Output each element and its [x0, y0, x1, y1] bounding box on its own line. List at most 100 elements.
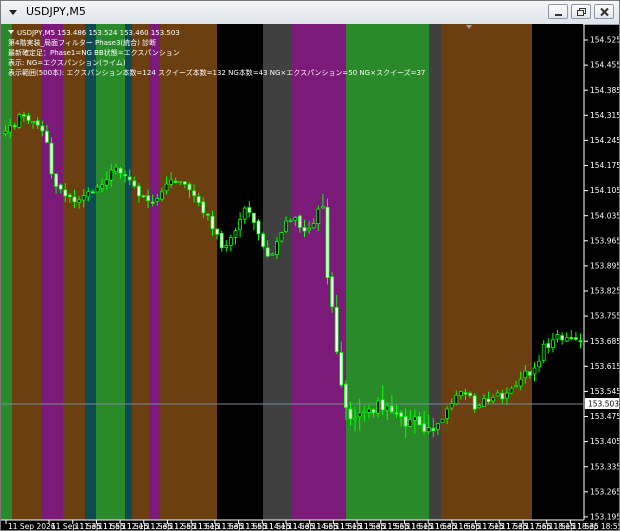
- phase-zone: [217, 24, 263, 520]
- candle-body: [297, 215, 302, 228]
- close-button[interactable]: [594, 4, 614, 19]
- candle-body: [81, 195, 86, 201]
- price-axis[interactable]: 154.525 154.455 154.385 154.315 154.245 154.1…: [584, 36, 619, 522]
- candle-body: [376, 400, 381, 414]
- candle-body: [472, 395, 477, 410]
- price-label: 154.175: [590, 161, 619, 170]
- phase-zone: [1, 24, 12, 520]
- candle-body: [210, 215, 215, 230]
- price-label: 153.755: [590, 312, 619, 321]
- current-price-label: 153.503: [585, 398, 619, 409]
- candle-body: [445, 408, 450, 419]
- candle-body: [247, 207, 252, 213]
- candle-body: [228, 237, 233, 246]
- phase-zone: [125, 24, 132, 520]
- candle-body: [132, 180, 137, 187]
- candle-body: [31, 120, 36, 123]
- candle-body: [127, 176, 132, 181]
- candle-body: [560, 335, 564, 341]
- candle-body: [95, 186, 100, 193]
- candle-body: [537, 360, 541, 368]
- candle-body: [284, 220, 289, 232]
- candle-body: [256, 220, 261, 235]
- candle-body: [17, 114, 22, 128]
- candle-body: [86, 191, 91, 198]
- candle-body: [26, 115, 31, 121]
- candle-body: [251, 212, 256, 223]
- candle-body: [311, 223, 316, 229]
- candle-body: [449, 403, 454, 409]
- title-bar[interactable]: USDJPY,M5: [1, 1, 619, 25]
- candle-body: [380, 399, 385, 411]
- candle-body: [49, 142, 54, 175]
- candle-body: [481, 398, 486, 407]
- phase-zone: [160, 24, 217, 520]
- candle-body: [12, 125, 17, 128]
- time-label: 11 Sep 18:55: [572, 522, 619, 531]
- candle-body: [431, 427, 436, 432]
- price-label: 153.475: [590, 412, 619, 421]
- restore-button[interactable]: [571, 4, 591, 19]
- candle-body: [334, 306, 339, 353]
- candle-body: [77, 199, 81, 203]
- phase-zone: [263, 24, 291, 520]
- candle-body: [500, 392, 505, 400]
- candle-body: [343, 383, 348, 408]
- candle-body: [486, 398, 491, 403]
- candle-body: [270, 253, 275, 256]
- price-label: 153.545: [590, 387, 619, 396]
- price-label: 153.405: [590, 437, 619, 446]
- candle-body: [385, 405, 390, 411]
- candle-body: [477, 405, 482, 409]
- candle-body: [495, 392, 500, 397]
- candle-body: [182, 181, 187, 185]
- candle-body: [159, 191, 164, 200]
- candle-body: [325, 206, 330, 279]
- candle-body: [412, 416, 417, 421]
- candle-body: [417, 416, 422, 426]
- candle-body: [118, 167, 123, 174]
- price-label: 153.825: [590, 287, 619, 296]
- candle-body: [238, 219, 243, 231]
- candle-body: [63, 189, 68, 197]
- candle-body: [150, 201, 155, 204]
- candle-body: [440, 418, 445, 424]
- price-label: 153.895: [590, 262, 619, 271]
- price-label: 153.965: [590, 236, 619, 245]
- candle-body: [458, 391, 463, 397]
- info-line-latest: 最新確定足：Phase1=NG BB状態=エクスパンション: [8, 48, 180, 57]
- price-label: 153.615: [590, 362, 619, 371]
- candle-body: [45, 130, 49, 143]
- candle-body: [555, 334, 560, 340]
- minimize-button[interactable]: [548, 4, 568, 19]
- close-icon: [600, 7, 609, 17]
- chart-window-icon[interactable]: [6, 5, 20, 19]
- price-label: 154.035: [590, 211, 619, 220]
- candle-body: [532, 367, 537, 375]
- phase-zone: [532, 24, 583, 520]
- candle-body: [578, 340, 583, 343]
- phase-zone: [346, 24, 429, 520]
- price-label: 153.195: [590, 513, 619, 522]
- candle-body: [362, 410, 367, 413]
- candle-body: [366, 408, 371, 413]
- price-chart[interactable]: 154.525 154.455 154.385 154.315 154.245 154.1…: [1, 24, 619, 531]
- window-title: USDJPY,M5: [26, 5, 86, 18]
- candle-body: [173, 180, 178, 183]
- candle-body: [288, 219, 293, 222]
- candle-body: [155, 198, 160, 202]
- candle-body: [219, 232, 224, 249]
- candle-body: [169, 179, 174, 185]
- price-label: 154.455: [590, 61, 619, 70]
- price-label: 153.685: [590, 337, 619, 346]
- candle-body: [54, 173, 58, 187]
- candle-body: [330, 276, 335, 308]
- price-label: 154.245: [590, 136, 619, 145]
- restore-icon: [577, 8, 586, 16]
- info-line-display: 表示: NG=エクスパンション(ライム): [8, 58, 126, 67]
- candle-body: [205, 213, 210, 216]
- candle-body: [357, 412, 362, 418]
- time-axis[interactable]: 11 Sep 202611 Sep 11:3511 Sep 11:5511 Se…: [5, 520, 619, 531]
- phase-zone: [85, 24, 96, 520]
- price-label: 153.265: [590, 487, 619, 496]
